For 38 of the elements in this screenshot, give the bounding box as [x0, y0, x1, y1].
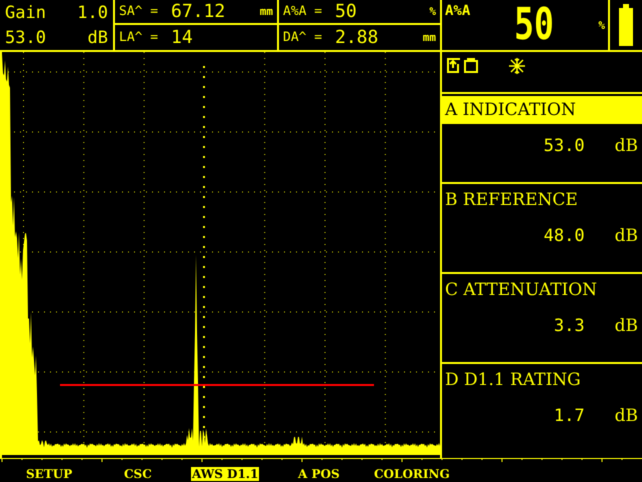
reading-value: 2.88 [335, 27, 380, 48]
reading-label: A%A = [283, 4, 324, 19]
menu-value: 1.7 [554, 406, 585, 426]
gain-step: 1.0 [77, 2, 108, 22]
menu-item[interactable]: D D1.1 RATING [442, 366, 642, 394]
reading-label: SA^ = [119, 4, 160, 19]
reading-value: 14 [171, 27, 194, 48]
softkey[interactable]: CSC [123, 467, 153, 481]
menu-unit: dB [614, 226, 638, 246]
amplitude-label: A%A [445, 3, 470, 19]
folder-icon [446, 58, 479, 74]
reading-label: LA^ = [119, 30, 160, 45]
snowflake-icon [509, 58, 525, 74]
menu-unit: dB [614, 136, 638, 156]
battery-icon [618, 4, 634, 46]
menu-item[interactable]: A INDICATION [442, 96, 642, 124]
gain-value: 53.0 [5, 28, 46, 48]
menu-item[interactable]: C ATTENUATION [442, 276, 642, 304]
menu-value: 48.0 [544, 226, 585, 246]
menu-unit: dB [614, 316, 638, 336]
menu-value: 53.0 [544, 136, 585, 156]
menu-value: 3.3 [554, 316, 585, 336]
reading-unit: % [429, 5, 436, 18]
reading-label: DA^ = [283, 30, 324, 45]
softkey[interactable]: AWS D1.1 [191, 467, 260, 481]
amplitude-unit: % [598, 18, 605, 32]
gain-label: Gain [5, 2, 46, 22]
reading-value: 67.12 [171, 1, 226, 22]
gain-unit: dB [88, 28, 108, 48]
softkey[interactable]: A POS [297, 467, 341, 481]
softkey[interactable]: SETUP [25, 467, 74, 481]
menu-unit: dB [614, 406, 638, 426]
amplitude-value: 50 [513, 0, 556, 50]
reading-value: 50 [335, 1, 358, 22]
reading-unit: mm [260, 5, 273, 18]
softkey[interactable]: COLORING [373, 467, 451, 481]
reading-unit: mm [422, 31, 436, 44]
menu-item[interactable]: B REFERENCE [442, 186, 642, 214]
